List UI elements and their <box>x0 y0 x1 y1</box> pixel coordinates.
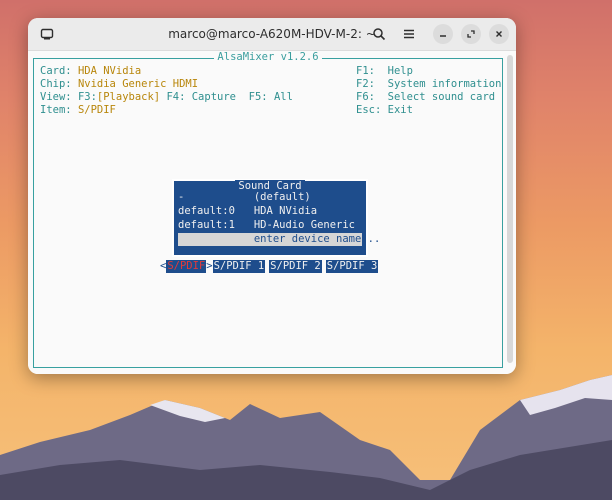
mountain-wallpaper <box>0 375 612 500</box>
tab-spdif-1[interactable]: S/PDIF 1 <box>212 260 266 273</box>
sound-card-dialog: Sound Card - (default) default:0 HDA NVi… <box>172 179 380 257</box>
card-line: Card: HDA NVidia <box>40 65 142 77</box>
menu-icon[interactable] <box>400 25 418 43</box>
minimize-icon[interactable] <box>433 24 453 44</box>
sound-card-option-default[interactable]: - (default) <box>178 191 362 204</box>
chip-line: Chip: Nvidia Generic HDMI <box>40 78 199 90</box>
sound-card-option-1[interactable]: default:1 HD-Audio Generic <box>178 219 362 232</box>
exit-key: Esc: Exit <box>356 104 413 116</box>
terminal-content[interactable]: AlsaMixer v1.2.6 Card: HDA NVidia Chip: … <box>28 51 516 374</box>
tab-spdif-2[interactable]: S/PDIF 2 <box>269 260 322 273</box>
enter-device-name-option[interactable]: enter device name... <box>178 233 380 246</box>
search-icon[interactable] <box>370 25 388 43</box>
close-icon[interactable] <box>489 24 509 44</box>
tab-spdif[interactable]: S/PDIF <box>166 260 207 273</box>
alsamixer-frame: AlsaMixer v1.2.6 Card: HDA NVidia Chip: … <box>33 51 503 368</box>
item-line: Item: S/PDIF <box>40 104 116 116</box>
maximize-icon[interactable] <box>461 24 481 44</box>
scrollbar[interactable] <box>507 55 513 363</box>
terminal-window: marco@marco-A620M-HDV-M-2: ~ AlsaMixer v… <box>28 18 516 374</box>
sysinfo-key: F2: System information <box>356 78 502 90</box>
control-tabs: < S/PDIF > S/PDIF 1 S/PDIF 2 S/PDIF 3 <box>160 260 379 273</box>
select-card-key: F6: Select sound card <box>356 91 496 103</box>
view-line: View: F3:[Playback] F4: Capture F5: All <box>40 91 293 103</box>
help-key: F1: Help <box>356 65 413 77</box>
sound-card-option-0[interactable]: default:0 HDA NVidia <box>178 205 362 218</box>
title-bar: marco@marco-A620M-HDV-M-2: ~ <box>28 18 516 51</box>
tab-spdif-3[interactable]: S/PDIF 3 <box>325 260 379 273</box>
alsamixer-title: AlsaMixer v1.2.6 <box>34 51 502 63</box>
